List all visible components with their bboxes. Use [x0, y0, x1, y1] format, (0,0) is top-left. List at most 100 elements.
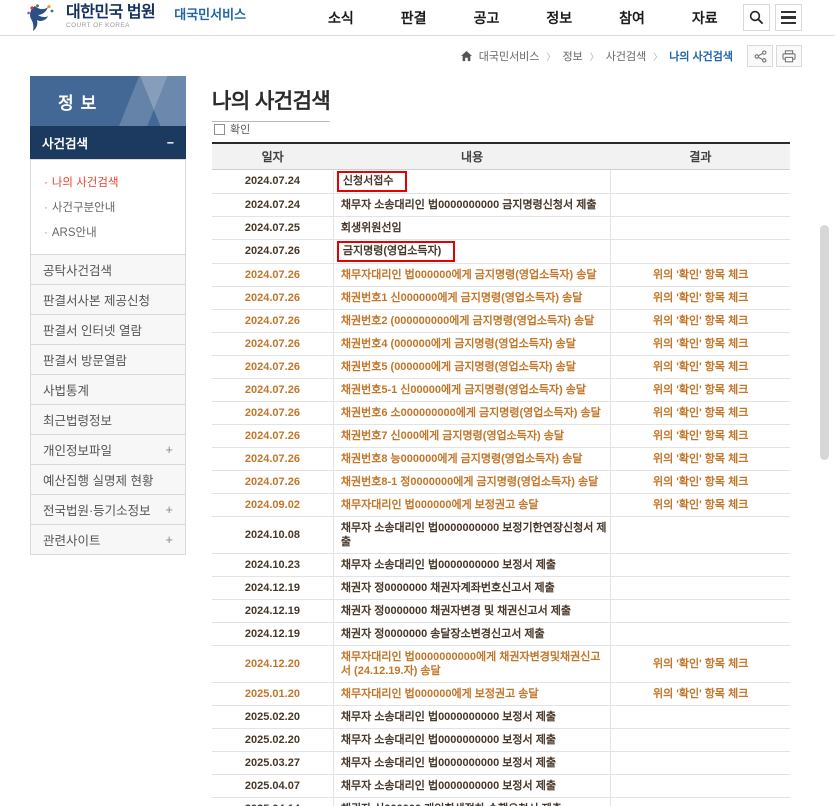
top-nav-item[interactable]: 공고	[474, 8, 500, 28]
top-nav-item[interactable]: 자료	[692, 8, 718, 28]
page-title: 나의 사건검색	[212, 85, 790, 115]
cell-result: 위의 '확인' 항목 체크	[611, 263, 790, 286]
cell-date: 2024.07.26	[212, 332, 333, 355]
cell-date: 2024.12.19	[212, 599, 333, 622]
cell-date: 2025.01.20	[212, 682, 333, 705]
sidebar-item[interactable]: 판결서 인터넷 열람	[30, 314, 186, 345]
sidebar-item[interactable]: 판결서 방문열람	[30, 344, 186, 375]
sidebar-item[interactable]: 사법통계	[30, 374, 186, 405]
table-row: 2024.09.02 채무자대리인 법000000에게 보정권고 송달 위의 '…	[212, 493, 790, 516]
breadcrumb-item[interactable]: 대국민서비스	[479, 48, 540, 64]
confirm-checkbox[interactable]	[214, 124, 225, 135]
cell-content: 채무자 소송대리인 법0000000000 금지명령신청서 제출	[333, 193, 610, 216]
breadcrumb-item[interactable]: 정보	[562, 48, 582, 64]
sidebar-submenu: ·나의 사건검색 ·사건구분안내 ·ARS안내	[30, 159, 186, 255]
column-header-result: 결과	[611, 143, 790, 169]
cell-date: 2024.07.26	[212, 401, 333, 424]
panel-edge-line	[212, 121, 330, 122]
sidebar-item[interactable]: 예산집행 실명제 현황	[30, 464, 186, 495]
cell-result: 위의 '확인' 항목 체크	[611, 645, 790, 682]
case-progress-table: 일자 내용 결과 2024.07.24 신청서접수 2024.07.24 채무자…	[212, 142, 790, 806]
top-nav-item[interactable]: 정보	[546, 8, 572, 28]
cell-content: 채무자 소송대리인 법0000000000 보정서 제출	[333, 774, 610, 797]
cell-date: 2024.07.26	[212, 378, 333, 401]
sidebar-item[interactable]: 최근법령정보	[30, 404, 186, 435]
sidebar-item[interactable]: 관련사이트 +	[30, 524, 186, 555]
menu-button[interactable]	[775, 4, 802, 31]
breadcrumb-item[interactable]: 나의 사건검색	[669, 48, 733, 64]
top-nav-item[interactable]: 소식	[328, 8, 354, 28]
table-row: 2025.04.07 채무자 소송대리인 법0000000000 보정서 제출	[212, 774, 790, 797]
cell-result: 위의 '확인' 항목 체크	[611, 332, 790, 355]
cell-date: 2025.04.07	[212, 774, 333, 797]
red-highlight-box: 금지명령(영업소득자)	[337, 241, 455, 262]
cell-result	[611, 516, 790, 553]
cell-date: 2025.04.14	[212, 797, 333, 806]
cell-content: 신청서접수	[333, 169, 610, 193]
search-icon	[749, 10, 764, 25]
red-highlight-box: 신청서접수	[337, 171, 408, 192]
cell-content: 채무자 소송대리인 법0000000000 보정서 제출	[333, 751, 610, 774]
table-row: 2025.03.27 채무자 소송대리인 법0000000000 보정서 제출	[212, 751, 790, 774]
breadcrumb-item[interactable]: 사건검색	[606, 48, 646, 64]
cell-date: 2024.07.26	[212, 286, 333, 309]
logo-service-name: 대국민서비스	[174, 4, 246, 23]
clipped-confirm-panel: 확인	[212, 120, 790, 142]
cell-content: 채권번호2 (000000000에게 금지명령(영업소득자) 송달	[333, 309, 610, 332]
table-row: 2024.07.26 채무자대리인 법000000에게 금지명령(영업소득자) …	[212, 263, 790, 286]
cell-date: 2024.07.24	[212, 169, 333, 193]
sidebar-submenu-item[interactable]: ·나의 사건검색	[44, 169, 185, 194]
sidebar-item[interactable]: 공탁사건검색	[30, 254, 186, 285]
sidebar-section-label: 사건검색	[42, 133, 88, 152]
table-row: 2024.12.19 채권자 정0000000 송달장소변경신고서 제출	[212, 622, 790, 645]
cell-date: 2024.07.26	[212, 470, 333, 493]
table-row: 2024.07.26 채권번호1 신000000에게 금지명령(영업소득자) 송…	[212, 286, 790, 309]
expand-plus-icon[interactable]: +	[165, 442, 173, 457]
collapse-minus-icon[interactable]: −	[167, 136, 174, 150]
court-of-korea-logo-icon	[25, 4, 59, 32]
expand-plus-icon[interactable]: +	[165, 532, 173, 547]
cell-result	[611, 599, 790, 622]
cell-content: 채무자 소송대리인 법0000000000 보정서 제출	[333, 553, 610, 576]
table-row: 2024.07.26 채권번호5 (000000에게 금지명령(영업소득자) 송…	[212, 355, 790, 378]
share-button[interactable]	[747, 45, 773, 67]
cell-result: 위의 '확인' 항목 체크	[611, 447, 790, 470]
expand-plus-icon[interactable]: +	[165, 502, 173, 517]
sidebar-item[interactable]: 전국법원·등기소정보 +	[30, 494, 186, 525]
sidebar-title: 정보	[30, 76, 186, 126]
cell-result	[611, 705, 790, 728]
cell-content: 채권자 정0000000 채권자변경 및 채권신고서 제출	[333, 599, 610, 622]
cell-date: 2024.10.23	[212, 553, 333, 576]
cell-result	[611, 576, 790, 599]
cell-date: 2024.07.26	[212, 447, 333, 470]
table-row: 2024.07.24 채무자 소송대리인 법0000000000 금지명령신청서…	[212, 193, 790, 216]
search-button[interactable]	[743, 4, 770, 31]
hamburger-icon	[781, 11, 796, 25]
sidebar-submenu-item[interactable]: ·ARS안내	[44, 219, 185, 244]
cell-result: 위의 '확인' 항목 체크	[611, 309, 790, 332]
sidebar-section-case-search[interactable]: 사건검색 −	[30, 126, 186, 159]
share-icon	[754, 50, 767, 63]
print-button[interactable]	[776, 45, 802, 67]
cell-content: 채권자 정0000000 채권자계좌번호신고서 제출	[333, 576, 610, 599]
table-row: 2024.12.20 채무자대리인 법0000000000에게 채권자변경및채권…	[212, 645, 790, 682]
table-row: 2024.07.26 채권번호8-1 정0000000에게 금지명령(영업소득자…	[212, 470, 790, 493]
vertical-scrollbar-thumb[interactable]	[820, 225, 829, 460]
sidebar-submenu-item[interactable]: ·사건구분안내	[44, 194, 185, 219]
cell-content: 채권번호7 신000에게 금지명령(영업소득자) 송달	[333, 424, 610, 447]
breadcrumb-bar: 대국민서비스〉정보〉사건검색〉나의 사건검색	[0, 36, 835, 76]
cell-date: 2024.07.25	[212, 216, 333, 239]
column-header-content: 내용	[333, 143, 610, 169]
top-nav-item[interactable]: 판결	[401, 8, 427, 28]
sidebar-item[interactable]: 판결서사본 제공신청	[30, 284, 186, 315]
confirm-checkbox-label: 확인	[230, 123, 250, 137]
cell-content: 채권번호8 능000000에게 금지명령(영업소득자) 송달	[333, 447, 610, 470]
cell-content: 채무자 소송대리인 법0000000000 보정기한연장신청서 제출	[333, 516, 610, 553]
top-nav-item[interactable]: 참여	[619, 8, 645, 28]
logo[interactable]: 대한민국 법원 COURT OF KOREA 대국민서비스	[25, 4, 246, 32]
cell-date: 2024.09.02	[212, 493, 333, 516]
sidebar-item[interactable]: 개인정보파일 +	[30, 434, 186, 465]
table-row: 2025.01.20 채무자대리인 법000000에게 보정권고 송달 위의 '…	[212, 682, 790, 705]
cell-result: 위의 '확인' 항목 체크	[611, 493, 790, 516]
sidebar: 정보 사건검색 − ·나의 사건검색 ·사건구분안내 ·ARS안내 공탁사건검색…	[30, 76, 186, 555]
